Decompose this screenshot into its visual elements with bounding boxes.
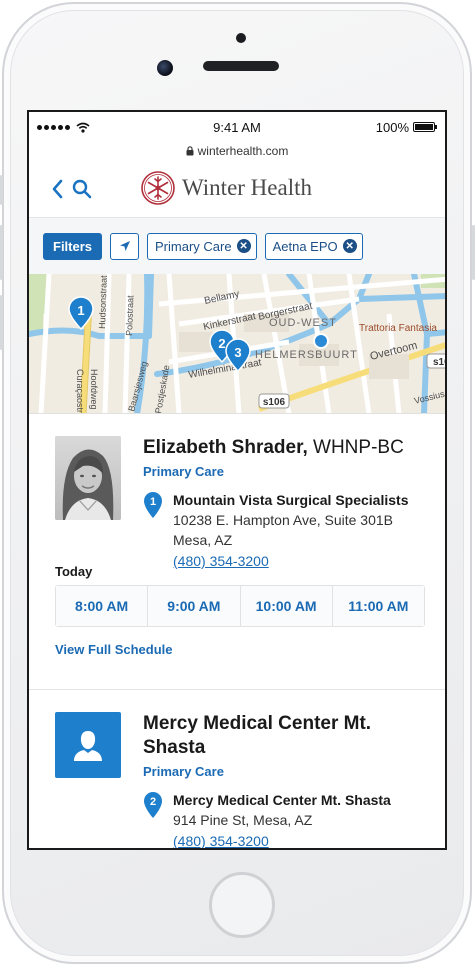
- volume-up-button: [0, 225, 3, 280]
- filter-chip-primary-care[interactable]: Primary Care ✕: [147, 232, 257, 260]
- phone-link[interactable]: (480) 354-3200: [173, 830, 433, 848]
- proximity-sensor: [236, 33, 246, 43]
- home-button[interactable]: [209, 872, 275, 938]
- location-name: Mountain Vista Surgical Specialists: [173, 492, 409, 508]
- availability-day-label: Today: [55, 564, 93, 579]
- time-slot-button[interactable]: 8:00 AM: [56, 586, 149, 626]
- route-badge-s106: s106: [258, 393, 290, 409]
- current-location-dot: [313, 333, 329, 349]
- front-camera: [157, 60, 173, 76]
- map-pin-number: 2: [218, 336, 225, 351]
- location-pin-icon: 2: [144, 792, 162, 818]
- map-label-polostraat: Polostraat: [124, 295, 135, 336]
- map-canvas[interactable]: Bellamy Kinkerstraat Borgerstraat OUD-WE…: [29, 274, 445, 414]
- map-pin-number: 1: [77, 303, 84, 318]
- logo[interactable]: Winter Health: [141, 171, 312, 205]
- app-header: Winter Health: [29, 160, 445, 218]
- phone-link[interactable]: (480) 354-3200: [173, 550, 433, 572]
- location-name: Mercy Medical Center Mt. Shasta: [173, 792, 391, 808]
- map-pin-number: 3: [234, 345, 241, 360]
- address-line-1: 914 Pine St, Mesa, AZ: [173, 812, 313, 828]
- address-line-2: Mesa, AZ: [173, 532, 233, 548]
- time-slot-row: 8:00 AM 9:00 AM 10:00 AM 11:00 AM: [55, 585, 425, 627]
- map-label-hoofdweg: Hoofdweg: [89, 369, 99, 410]
- route-label-s106: s106: [263, 397, 286, 408]
- status-time: 9:41 AM: [213, 119, 261, 135]
- back-chevron-icon[interactable]: [51, 179, 63, 199]
- provider-credentials: WHNP-BC: [313, 437, 404, 458]
- route-label-s10: s10: [433, 357, 445, 368]
- view-full-schedule-link[interactable]: View Full Schedule: [55, 642, 173, 657]
- lock-icon: [186, 146, 194, 156]
- provider-info: Mercy Medical Center Mt. Shasta Primary …: [143, 712, 433, 848]
- map-label-hudsonstraat: Hudsonstraat: [97, 275, 109, 329]
- earpiece-speaker: [203, 61, 279, 71]
- provider-name-text: Mercy Medical Center Mt. Shasta: [143, 713, 372, 758]
- status-bar: 9:41 AM 100%: [29, 112, 445, 142]
- provider-name[interactable]: Mercy Medical Center Mt. Shasta: [143, 712, 433, 760]
- filters-button[interactable]: Filters: [43, 232, 103, 260]
- screen: 9:41 AM 100% winterhealth.com Winter Hea…: [27, 110, 447, 850]
- map-label-oud-west: OUD-WEST: [269, 317, 337, 329]
- location-pin-icon: 1: [144, 492, 162, 518]
- locate-button[interactable]: [110, 232, 140, 260]
- provider-location: 1 Mountain Vista Surgical Specialists 10…: [143, 491, 433, 572]
- provider-name-text: Elizabeth Shrader,: [143, 437, 308, 458]
- provider-specialty: Primary Care: [143, 764, 224, 779]
- search-icon[interactable]: [72, 179, 92, 199]
- provider-card[interactable]: Elizabeth Shrader, WHNP-BC Primary Care …: [29, 414, 445, 690]
- provider-location: 2 Mercy Medical Center Mt. Shasta 914 Pi…: [143, 791, 433, 848]
- address-line-1: 10238 E. Hampton Ave, Suite 301B: [173, 512, 394, 528]
- route-badge-s10: s10: [426, 353, 445, 369]
- person-placeholder-icon: [74, 731, 102, 761]
- remove-filter-icon[interactable]: ✕: [342, 239, 357, 253]
- remove-filter-icon[interactable]: ✕: [236, 239, 251, 253]
- filter-bar: Filters Primary Care ✕ Aetna EPO ✕: [29, 218, 445, 274]
- url-bar[interactable]: winterhealth.com: [29, 142, 445, 160]
- provider-specialty: Primary Care: [143, 464, 224, 479]
- map-label-helmersbuurt: HELMERSBUURT: [255, 349, 358, 361]
- provider-photo: [55, 436, 121, 520]
- provider-info: Elizabeth Shrader, WHNP-BC Primary Care …: [143, 436, 433, 572]
- provider-name[interactable]: Elizabeth Shrader, WHNP-BC: [143, 436, 433, 460]
- location-pin-number: 2: [150, 796, 156, 808]
- snowflake-logo-icon: [141, 171, 175, 205]
- url-text: winterhealth.com: [197, 144, 289, 158]
- time-slot-button[interactable]: 10:00 AM: [240, 586, 333, 626]
- time-slot-button[interactable]: 9:00 AM: [148, 586, 241, 626]
- map[interactable]: Bellamy Kinkerstraat Borgerstraat OUD-WE…: [29, 274, 445, 414]
- battery-icon: [413, 122, 437, 132]
- map-label-curacaostraat: Curaçaostraat: [75, 369, 85, 414]
- logo-text: Winter Health: [182, 175, 312, 200]
- location-arrow-icon: [119, 241, 130, 251]
- location-pin-number: 1: [150, 496, 156, 508]
- facility-avatar: [55, 712, 121, 778]
- filter-chip-aetna-epo[interactable]: Aetna EPO ✕: [264, 232, 363, 260]
- chip-label: Aetna EPO: [272, 238, 338, 254]
- provider-card[interactable]: Mercy Medical Center Mt. Shasta Primary …: [29, 690, 445, 848]
- map-label-trattoria: Trattoria Fantasia: [359, 323, 437, 334]
- volume-down-button: [0, 295, 3, 350]
- chip-label: Primary Care: [155, 238, 232, 254]
- time-slot-button[interactable]: 11:00 AM: [332, 586, 424, 626]
- mute-switch: [0, 175, 3, 205]
